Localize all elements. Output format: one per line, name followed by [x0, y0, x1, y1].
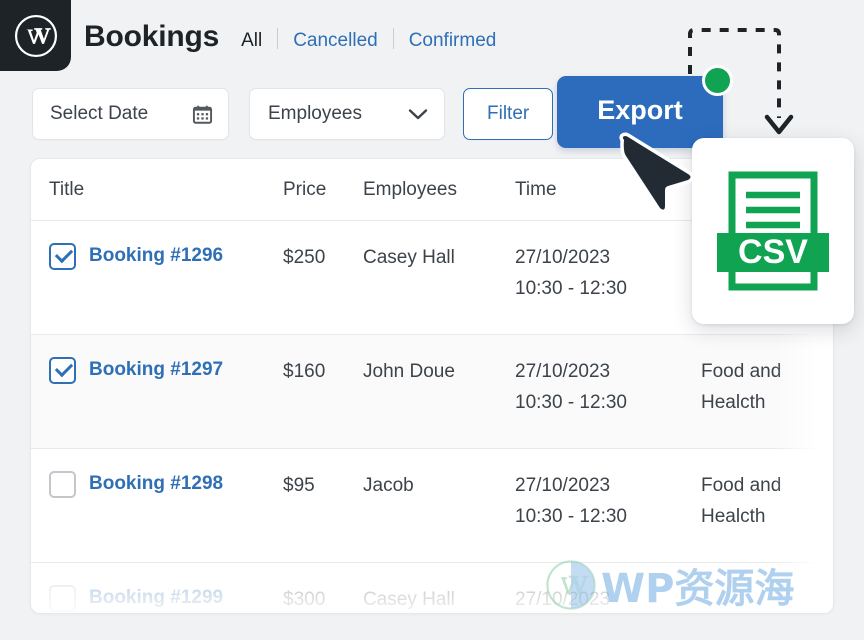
tab-divider [277, 28, 279, 49]
cell-time: 27/10/2023 10:30 - 12:30 [515, 220, 701, 335]
booking-link[interactable]: Booking #1298 [89, 470, 223, 498]
cell-price: $160 [283, 334, 363, 449]
column-header-title[interactable]: Title [31, 159, 283, 221]
export-button[interactable]: Export [557, 76, 723, 148]
cell-employee: Jacob [363, 448, 515, 563]
tab-all[interactable]: All [241, 30, 262, 52]
booking-link[interactable]: Booking #1299 [89, 584, 223, 612]
employees-select[interactable]: Employees [249, 88, 445, 140]
tab-confirmed[interactable]: Confirmed [409, 30, 497, 52]
employees-select-label: Employees [268, 103, 362, 124]
page-header: Bookings All Cancelled Confirmed [84, 20, 496, 64]
filters-toolbar: Select Date Employees Filter [32, 88, 554, 140]
page-title: Bookings [84, 20, 220, 53]
table-row[interactable]: Booking #1299 $300 Casey Hall 27/10/2023 [31, 562, 833, 613]
cell-price: $95 [283, 448, 363, 563]
table-row[interactable]: Booking #1298 $95 Jacob 27/10/2023 10:30… [31, 448, 833, 563]
select-date-input[interactable]: Select Date [32, 88, 229, 140]
filter-button[interactable]: Filter [463, 88, 554, 140]
booking-link[interactable]: Booking #1297 [89, 356, 223, 384]
cell-price: $300 [283, 562, 363, 613]
cell-employee: John Doue [363, 334, 515, 449]
cell-time: 27/10/2023 10:30 - 12:30 [515, 334, 701, 449]
wordpress-logo-badge [0, 0, 71, 71]
calendar-icon [192, 105, 213, 124]
tab-divider [392, 28, 394, 49]
csv-download-popup[interactable]: CSV [692, 138, 854, 324]
column-header-employees[interactable]: Employees [363, 159, 515, 221]
table-row[interactable]: Booking #1297 $160 John Doue 27/10/2023 … [31, 334, 833, 449]
booking-link[interactable]: Booking #1296 [89, 242, 223, 270]
export-button-wrapper: Export [557, 65, 733, 148]
cell-time: 27/10/2023 10:30 - 12:30 [515, 448, 701, 563]
cell-time: 27/10/2023 [515, 562, 701, 613]
tab-cancelled[interactable]: Cancelled [293, 30, 378, 52]
cell-extra: Food and Healcth [701, 448, 833, 563]
cell-employee: Casey Hall [363, 220, 515, 335]
column-header-time[interactable]: Time [515, 159, 701, 221]
csv-label: CSV [738, 233, 808, 271]
row-checkbox[interactable] [49, 471, 76, 498]
status-filter-tabs: All Cancelled Confirmed [241, 25, 496, 52]
wordpress-logo-icon [14, 14, 57, 57]
cell-price: $250 [283, 220, 363, 335]
cell-extra: Food and Healcth [701, 334, 833, 449]
column-header-price[interactable]: Price [283, 159, 363, 221]
cell-extra [701, 562, 833, 613]
select-date-label: Select Date [50, 103, 149, 124]
cell-employee: Casey Hall [363, 562, 515, 613]
row-checkbox[interactable] [49, 585, 76, 612]
csv-file-icon: CSV [717, 171, 829, 291]
chevron-down-icon [408, 108, 428, 119]
row-checkbox[interactable] [49, 243, 76, 270]
export-status-badge [702, 65, 733, 96]
filter-button-label: Filter [487, 103, 530, 124]
row-checkbox[interactable] [49, 357, 76, 384]
